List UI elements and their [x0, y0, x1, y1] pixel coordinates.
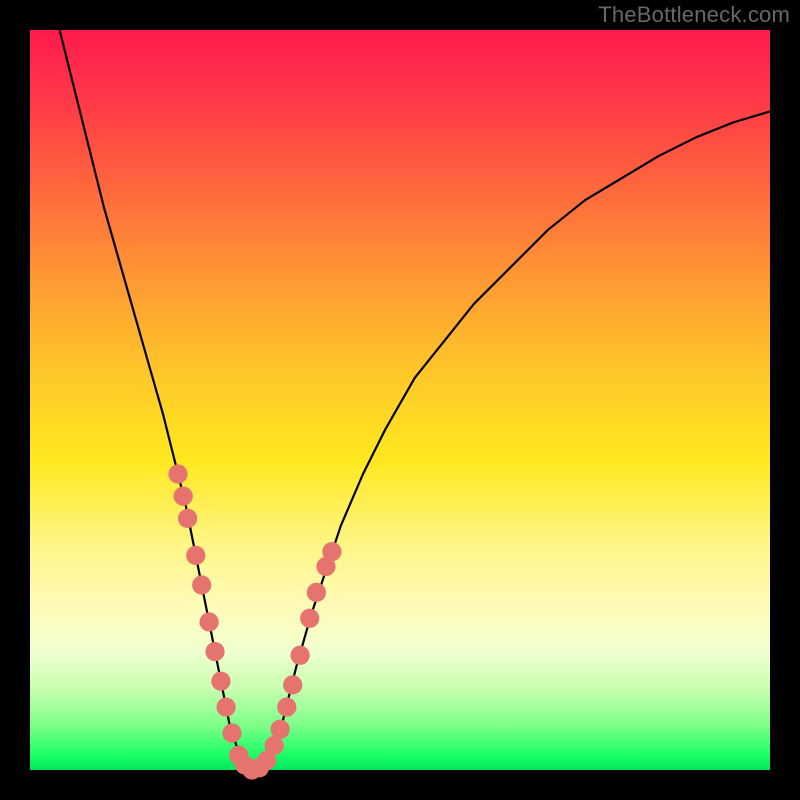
- chart-frame: TheBottleneck.com: [0, 0, 800, 800]
- plot-area: [30, 30, 770, 770]
- watermark-text: TheBottleneck.com: [598, 2, 790, 28]
